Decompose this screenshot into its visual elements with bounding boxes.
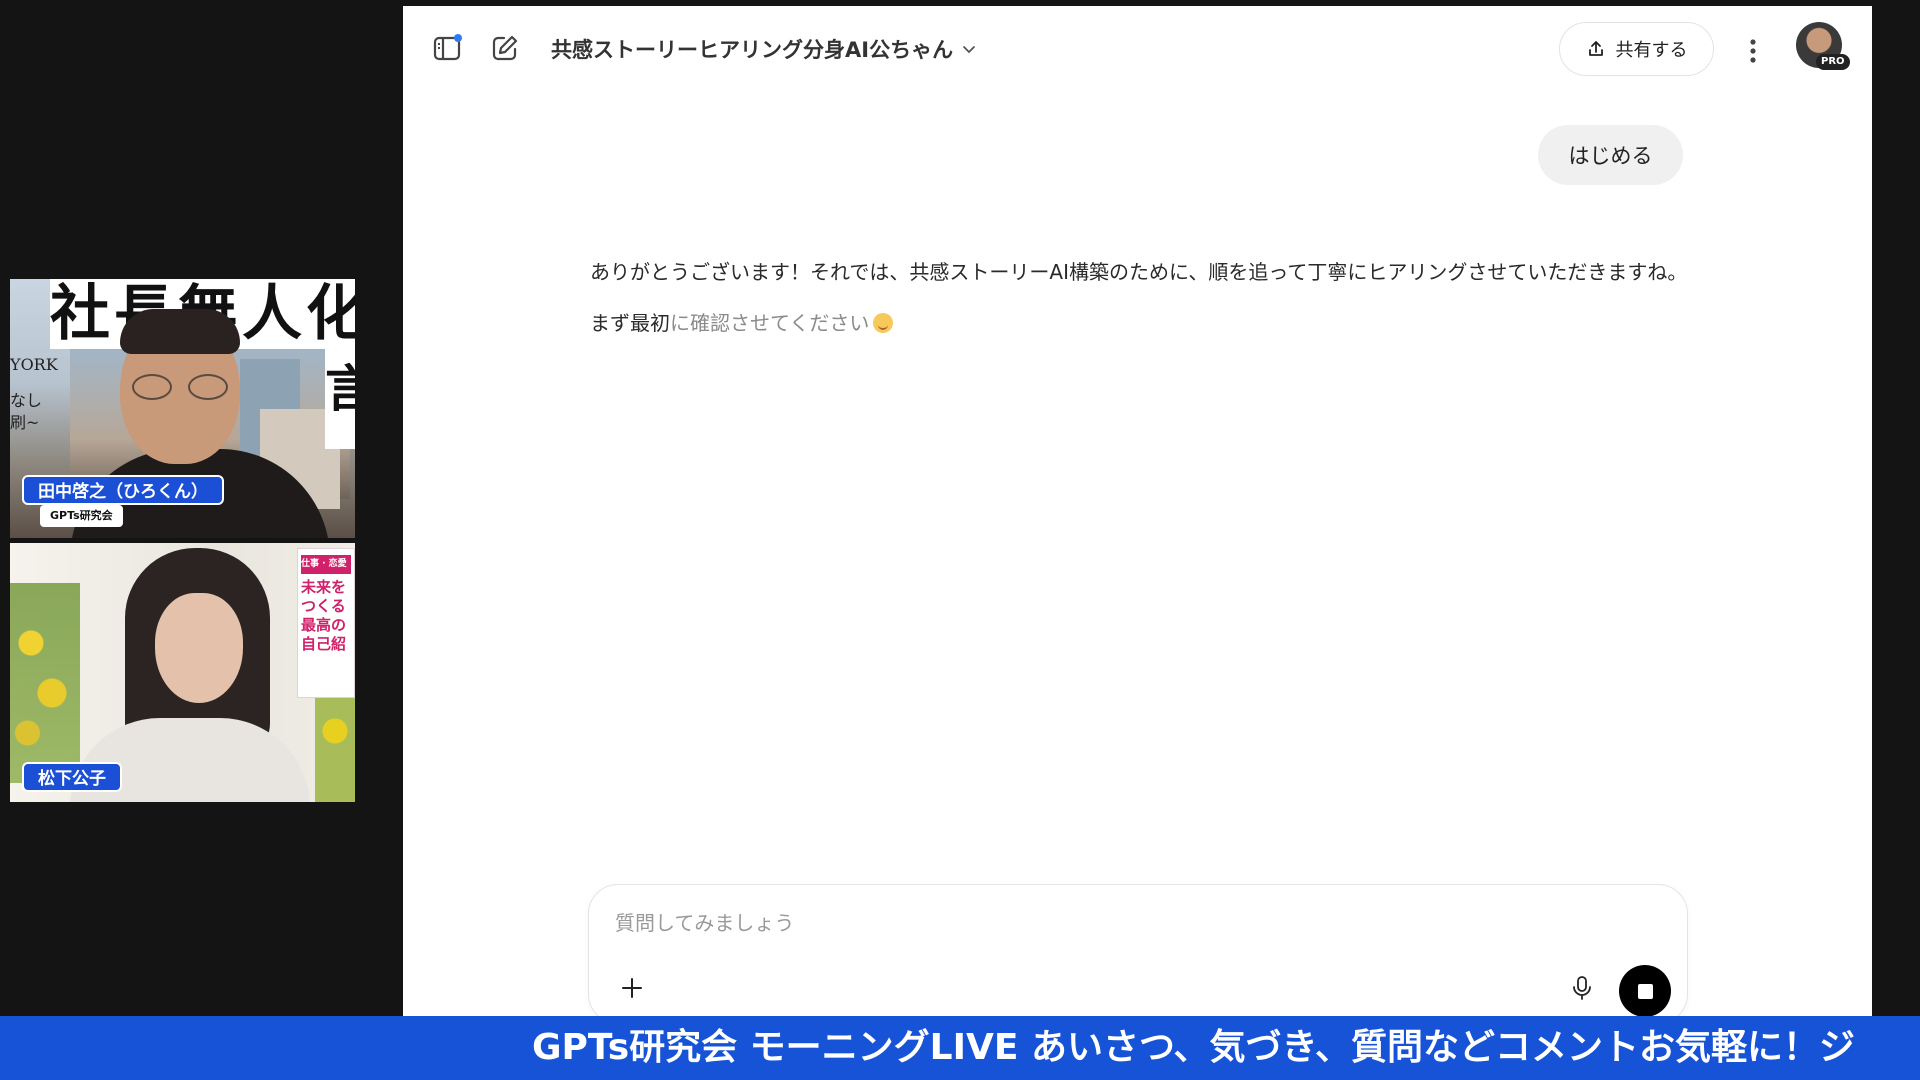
participant-video-2: 仕事 · 恋愛 未来を つくる 最高の 自己紹 松下公子 [10,543,355,802]
assistant-streaming-text: に確認させてください [670,311,870,335]
book-title-line: 自己紹 [301,635,347,653]
background-poster-kanji: 言 [325,349,355,449]
book-title-line: 未来を [301,578,347,596]
live-ticker-banner: GPTs研究会 モーニングLIVE あいさつ、気づき、質問などコメントお気軽に！… [0,1016,1920,1080]
chevron-down-icon [963,46,975,54]
gpt-selector[interactable]: 共感ストーリーヒアリング分身AI公ちゃん [551,34,977,64]
sidebar-icon [433,34,462,61]
ticker-text: GPTs研究会 モーニングLIVE あいさつ、気づき、質問などコメントお気軽に！… [532,1027,1856,1068]
glasses [130,374,230,400]
plus-icon [622,978,642,998]
poster-side-line: なし [10,391,43,410]
background-book: 仕事 · 恋愛 未来を つくる 最高の 自己紹 [297,548,355,698]
assistant-paragraph: まず最初に確認させてください [590,303,1690,344]
book-title-line: 最高の [301,616,347,634]
stream-stage: 社長無人化 YORK なし 刷~ 言 田中啓之（ひろくん） GPTs研究会 仕事… [0,0,1920,1080]
compose-icon [492,35,518,61]
person-hair [120,309,240,354]
stop-icon [1637,983,1653,999]
person-head [155,593,243,703]
participant-name-badge: 松下公子 [22,762,122,792]
chat-window: 共感ストーリーヒアリング分身AI公ちゃん 共有する PRO はじめる ありがとう… [403,6,1872,1016]
background-poster-side-text: YORK なし 刷~ [10,354,58,434]
chat-header: 共感ストーリーヒアリング分身AI公ちゃん 共有する PRO [403,6,1872,86]
poster-side-line: 刷~ [10,413,40,432]
message-composer [588,884,1688,1016]
book-title-line: つくる [301,597,346,615]
share-label: 共有する [1615,40,1688,61]
background-flowers [315,683,355,802]
more-options-button[interactable] [1738,30,1768,72]
more-vertical-icon [1750,39,1756,63]
pro-badge: PRO [1816,54,1850,70]
share-icon [1588,41,1603,56]
smile-emoji-icon [873,313,894,333]
poster-side-line: YORK [10,355,58,374]
participant-org-badge: GPTs研究会 [40,505,123,527]
assistant-message: ありがとうございます！それでは、共感ストーリーAI構築のために、順を追って丁寧に… [590,252,1690,344]
gpt-title: 共感ストーリーヒアリング分身AI公ちゃん [551,38,954,62]
new-chat-button[interactable] [485,28,525,68]
participant-name-badge: 田中啓之（ひろくん） [22,475,224,505]
user-message: はじめる [1538,125,1683,185]
participant-video-1: 社長無人化 YORK なし 刷~ 言 田中啓之（ひろくん） GPTs研究会 [10,279,355,538]
stop-generating-button[interactable] [1619,965,1671,1016]
microphone-icon [1573,976,1591,1000]
share-button[interactable]: 共有する [1559,22,1714,76]
book-tagline: 仕事 · 恋愛 [301,555,351,574]
attach-button[interactable] [615,971,649,1005]
sidebar-toggle-button[interactable] [427,28,467,68]
assistant-paragraph: ありがとうございます！それでは、共感ストーリーAI構築のために、順を追って丁寧に… [590,260,1688,284]
message-input[interactable] [615,911,1515,935]
assistant-text: まず最初 [590,311,670,335]
background-flowers [10,583,80,783]
voice-input-button[interactable] [1565,971,1599,1005]
